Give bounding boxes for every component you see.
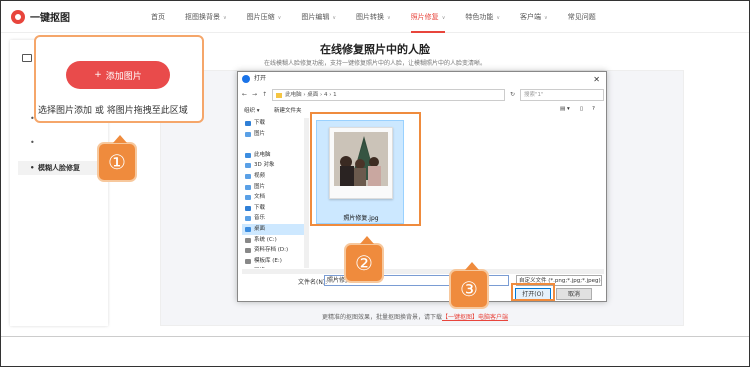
folder-tree-item[interactable]: 资料存档 (D:) bbox=[242, 245, 304, 256]
cancel-button[interactable]: 取消 bbox=[556, 288, 592, 300]
tree-scrollbar[interactable] bbox=[304, 118, 309, 268]
folder-tree-item[interactable]: 视频 bbox=[242, 171, 304, 182]
nav-item[interactable]: 图片转换 ∨ bbox=[346, 1, 401, 33]
folder-tree-item[interactable]: 桌面 bbox=[242, 223, 304, 235]
nav-item[interactable]: 首页 bbox=[141, 1, 175, 33]
up-arrow-icon[interactable]: ↑ bbox=[262, 91, 267, 98]
nav-item[interactable]: 抠图换背景 ∨ bbox=[175, 1, 237, 33]
folder-tree-item[interactable]: 音乐 bbox=[242, 213, 304, 224]
folder-tree-item[interactable]: 3D 对象 bbox=[242, 160, 304, 171]
nav-item[interactable]: 图片压缩 ∨ bbox=[237, 1, 292, 33]
nav-item-label: 照片修复 bbox=[410, 13, 439, 21]
organize-button[interactable]: 组织 ▾ bbox=[244, 106, 260, 114]
top-header: 一键抠图 首页 抠图换背景 ∨ 图片压缩 ∨ 图片编辑 ∨ 图片转换 ∨ 照片修复 ∨ 特色功能 ∨ 客户… bbox=[1, 1, 749, 33]
forward-arrow-icon[interactable]: → bbox=[252, 91, 257, 98]
nav-item[interactable]: 客户端 ∨ bbox=[510, 1, 558, 33]
filename-label: 文件名(N): bbox=[298, 279, 328, 286]
logo[interactable]: 一键抠图 bbox=[11, 9, 70, 24]
chevron-down-icon: ∨ bbox=[496, 15, 501, 21]
new-folder-button[interactable]: 新建文件夹 bbox=[274, 106, 302, 114]
sidebar-item-face-restore[interactable]: 模糊人脸修复 bbox=[18, 161, 108, 175]
nav-item-label: 特色功能 bbox=[465, 13, 494, 21]
open-button-highlight-box bbox=[511, 283, 555, 301]
folder-tree-item[interactable]: 此电脑 bbox=[242, 150, 304, 161]
folder-tree-item[interactable]: 模板库 (E:) bbox=[242, 256, 304, 267]
nav-item[interactable]: 特色功能 ∨ bbox=[455, 1, 510, 33]
add-image-button[interactable]: + 添加图片 bbox=[66, 61, 170, 89]
pane-icon[interactable]: ▯ bbox=[580, 106, 583, 112]
close-icon[interactable]: ✕ bbox=[593, 73, 600, 87]
browser-icon bbox=[242, 75, 250, 83]
folder-tree-item[interactable]: 图片 bbox=[242, 129, 304, 140]
folder-tree-item[interactable]: 下载 bbox=[242, 118, 304, 129]
folder-tree-item[interactable]: 下载 bbox=[242, 203, 304, 214]
nav-item-label: 抠图换背景 bbox=[185, 13, 220, 21]
main-nav: 首页 抠图换背景 ∨ 图片压缩 ∨ 图片编辑 ∨ 图片转换 ∨ 照片修复 ∨ 特色功能 ∨ 客户端 ∨ 常见问… bbox=[141, 1, 606, 33]
address-row: ← → ↑ 此电脑 › 桌面 › 4 › 1 ↻ 搜索"1" bbox=[242, 88, 604, 101]
dialog-titlebar: 打开 ✕ bbox=[238, 72, 606, 86]
chevron-down-icon: ∨ bbox=[332, 15, 337, 21]
open-file-dialog: 打开 ✕ ← → ↑ 此电脑 › 桌面 › 4 › 1 ↻ 搜索"1" 组织 ▾… bbox=[237, 71, 607, 302]
step-badge-1: ① bbox=[97, 135, 137, 182]
dialog-title: 打开 bbox=[254, 75, 267, 82]
chevron-down-icon: ∨ bbox=[544, 15, 548, 21]
drop-hint: 选择图片添加 或 将图片拖拽至此区域 bbox=[38, 106, 188, 116]
nav-item[interactable]: 常见问题 bbox=[558, 1, 606, 33]
nav-item[interactable]: 照片修复 ∨ bbox=[401, 1, 456, 33]
search-input[interactable]: 搜索"1" bbox=[520, 88, 604, 101]
folder-tree: 下载 图片 此电脑 3D 对象 视频 图片 文档 下载 音乐 桌面 系统 (C:) 资料存档 (D:)… bbox=[242, 118, 304, 268]
chevron-down-icon: ∨ bbox=[387, 15, 391, 21]
help-icon[interactable]: ? bbox=[592, 106, 595, 112]
folder-tree-item[interactable] bbox=[242, 139, 304, 150]
step-badge-3: ③ bbox=[449, 262, 489, 309]
logo-icon bbox=[11, 9, 25, 24]
chevron-down-icon: ∨ bbox=[223, 15, 227, 21]
nav-item-label: 客户端 bbox=[520, 13, 542, 21]
refresh-icon[interactable]: ↻ bbox=[510, 91, 515, 98]
divider bbox=[1, 336, 749, 337]
folder-tree-item[interactable]: 网络 bbox=[242, 266, 304, 268]
sidebar-bullet: • bbox=[30, 138, 35, 147]
client-download-link[interactable]: 【一键抠图】电脑客户端 bbox=[442, 314, 508, 321]
nav-item-label: 图片压缩 bbox=[246, 13, 275, 21]
step-badge-2: ② bbox=[344, 236, 384, 283]
add-image-callout: + 添加图片 选择图片添加 或 将图片拖拽至此区域 bbox=[34, 35, 204, 123]
plus-icon: + bbox=[94, 70, 102, 80]
nav-item-label: 图片转换 bbox=[356, 13, 385, 21]
back-arrow-icon[interactable]: ← bbox=[242, 91, 247, 98]
chevron-down-icon: ∨ bbox=[277, 15, 282, 21]
dialog-toolbar: 组织 ▾ 新建文件夹 ▤ ▾ ▯ ? bbox=[238, 104, 606, 116]
nav-item[interactable]: 图片编辑 ∨ bbox=[291, 1, 346, 33]
file-highlight-box bbox=[310, 112, 421, 226]
nav-item-label: 常见问题 bbox=[567, 13, 596, 21]
bottom-note: 更精准的抠图效果，批量抠图换背景，请下载【一键抠图】电脑客户端 bbox=[0, 312, 750, 321]
bottom-note-text: 更精准的抠图效果，批量抠图换背景，请下载 bbox=[321, 314, 442, 321]
address-bar[interactable]: 此电脑 › 桌面 › 4 › 1 bbox=[272, 88, 505, 101]
folder-tree-item[interactable]: 文档 bbox=[242, 192, 304, 203]
add-image-label: 添加图片 bbox=[105, 71, 142, 82]
chevron-down-icon: ∨ bbox=[441, 15, 446, 21]
nav-item-label: 首页 bbox=[151, 13, 165, 21]
folder-tree-item[interactable]: 系统 (C:) bbox=[242, 235, 304, 246]
nav-item-label: 图片编辑 bbox=[301, 13, 330, 21]
folder-tree-item[interactable]: 图片 bbox=[242, 182, 304, 193]
horizontal-scrollbar[interactable] bbox=[242, 269, 604, 274]
view-icon[interactable]: ▤ ▾ bbox=[560, 106, 570, 112]
logo-text: 一键抠图 bbox=[30, 13, 70, 24]
